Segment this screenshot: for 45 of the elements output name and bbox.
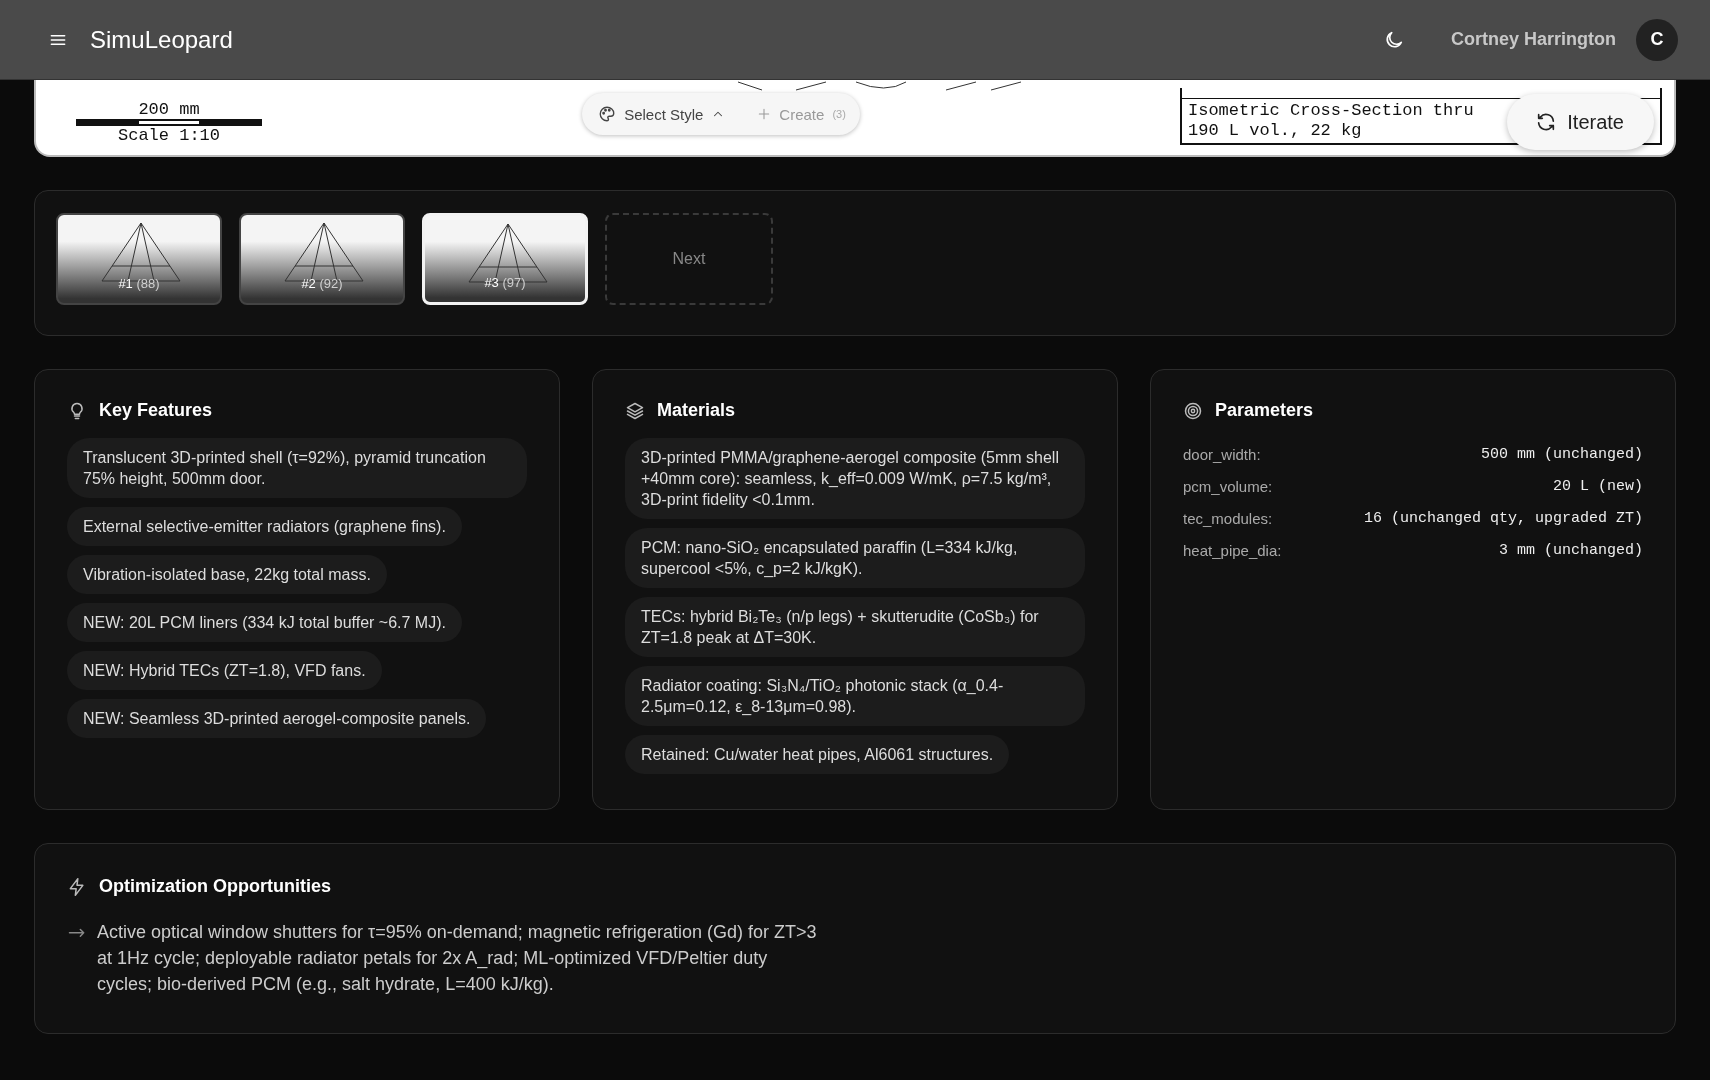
list-chip: Vibration-isolated base, 22kg total mass. <box>67 555 387 594</box>
list-chip: 3D-printed PMMA/graphene-aerogel composite (5mm shell +40mm core): seamless, k_eff=0.009 W/mK, ρ=7.5 kg/m³, 3D-print fidelity <0.1mm. <box>625 438 1085 519</box>
user-name: Cortney Harrington <box>1451 29 1616 50</box>
iteration-thumbnail[interactable]: #2 (92) <box>239 213 405 305</box>
parameter-name: tec_modules: <box>1183 509 1273 527</box>
parameter-value: 20 L (new) <box>1553 477 1643 495</box>
opportunity-text: Active optical window shutters for τ=95% on-demand; magnetic refrigeration (Gd) for ZT>3 at 1Hz cycle; deployable radiator petals for 2x A_rad; ML-optimized VFD/Peltier duty cycles; bio-derived PCM (e.g., salt hydrate, L=400 kJ/kg). <box>97 921 817 996</box>
card-title: Materials <box>657 400 736 421</box>
iteration-thumbnail[interactable]: #1 (88) <box>56 213 222 305</box>
card-title: Parameters <box>1215 400 1314 421</box>
layers-icon <box>625 400 645 421</box>
scale-bar-label: 200 mm <box>138 100 200 119</box>
list-chip: External selective-emitter radiators (graphene fins). <box>67 507 462 546</box>
plus-icon <box>757 107 772 121</box>
card-title: Key Features <box>99 400 213 421</box>
list-chip: PCM: nano-SiO₂ encapsulated paraffin (L=334 kJ/kg, supercool <5%, c_p=2 kJ/kgK). <box>625 528 1085 588</box>
parameter-name: pcm_volume: <box>1183 477 1273 495</box>
parameter-name: door_width: <box>1183 445 1261 463</box>
app-name: SimuLeopard <box>90 25 234 54</box>
parameter-value: 500 mm (unchanged) <box>1480 445 1643 463</box>
list-chip: NEW: Hybrid TECs (ZT=1.8), VFD fans. <box>67 651 382 690</box>
palette-icon <box>598 105 617 123</box>
next-button[interactable]: Next <box>605 213 773 305</box>
parameter-value: 3 mm (unchanged) <box>1498 541 1643 559</box>
parameter-name: heat_pipe_dia: <box>1183 541 1282 559</box>
list-chip: TECs: hybrid Bi₂Te₃ (n/p legs) + skutterudite (CoSb₃) for ZT=1.8 peak at ΔT=30K. <box>625 597 1085 657</box>
list-chip: Radiator coating: Si₃N₄/TiO₂ photonic stack (α_0.4-2.5μm=0.12, ε_8-13μm=0.98). <box>625 666 1085 726</box>
target-icon <box>1183 400 1203 421</box>
list-chip: Translucent 3D-printed shell (τ=92%), pyramid truncation 75% height, 500mm door. <box>67 438 527 498</box>
iterate-button[interactable]: Iterate <box>1507 94 1654 150</box>
select-style-button[interactable]: Select Style <box>598 105 726 123</box>
iteration-thumbnail[interactable]: #3 (97) <box>422 213 588 305</box>
parameter-value: 16 (unchanged qty, upgraded ZT) <box>1363 509 1643 527</box>
title-block-text: Isometric Cross-Section thru <box>1188 101 1474 121</box>
iteration-label: #2 (92) <box>300 276 344 291</box>
list-chip: Retained: Cu/water heat pipes, Al6061 structures. <box>625 735 1010 774</box>
user-avatar[interactable]: C <box>1636 18 1678 61</box>
bolt-icon <box>67 876 87 897</box>
list-chip: NEW: 20L PCM liners (334 kJ total buffer ~6.7 MJ). <box>67 603 462 642</box>
iteration-label: #3 (97) <box>483 275 527 290</box>
list-chip: NEW: Seamless 3D-printed aerogel-composite panels. <box>67 699 487 738</box>
scale-label: Scale 1:10 <box>118 126 220 145</box>
title-block-text: 190 L vol., 22 kg <box>1188 121 1362 141</box>
iteration-label: #1 (88) <box>117 276 161 291</box>
card-title: Optimization Opportunities <box>99 876 331 897</box>
